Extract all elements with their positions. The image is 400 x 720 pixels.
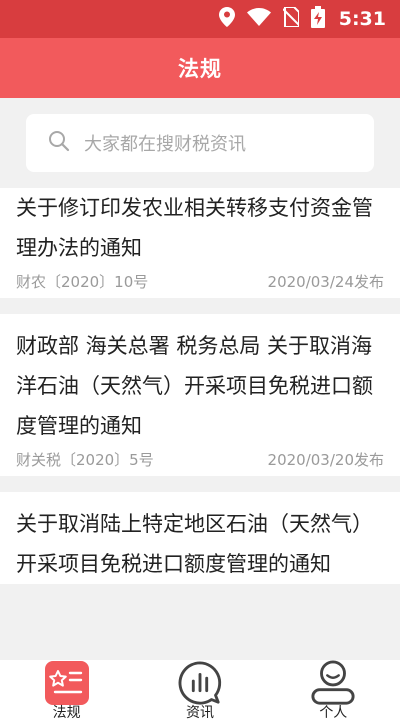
article-meta: 财农〔2020〕10号 2020/03/24发布 [16, 268, 384, 298]
tab-profile[interactable]: 个人 [273, 660, 393, 720]
search-area: 大家都在搜财税资讯 [0, 98, 400, 188]
list-item[interactable]: 关于取消陆上特定地区石油（天然气）开采项目免税进口额度管理的通知 [0, 492, 400, 584]
status-bar: 5:31 [0, 0, 400, 38]
tab-news[interactable]: 资讯 [140, 660, 260, 720]
status-icons: 5:31 [218, 6, 386, 32]
article-title: 关于取消陆上特定地区石油（天然气）开采项目免税进口额度管理的通知 [16, 512, 373, 576]
user-icon [310, 660, 356, 706]
article-date: 2020/03/24发布 [267, 272, 384, 291]
article-doc-no: 财农〔2020〕10号 [16, 272, 149, 291]
wifi-icon [246, 8, 271, 30]
article-meta: 财关税〔2020〕5号 2020/03/20发布 [16, 446, 384, 476]
article-doc-no: 财关税〔2020〕5号 [16, 450, 154, 469]
article-title: 关于修订印发农业相关转移支付资金管理办法的通知 [16, 196, 373, 260]
search-input[interactable]: 大家都在搜财税资讯 [26, 114, 374, 172]
no-sim-icon [282, 6, 300, 31]
status-time: 5:31 [338, 8, 386, 30]
list-item[interactable]: 关于修订印发农业相关转移支付资金管理办法的通知 财农〔2020〕10号 2020… [0, 188, 400, 298]
chat-chart-icon [177, 660, 223, 706]
tab-regulations[interactable]: 法规 [7, 660, 127, 720]
article-title: 财政部 海关总署 税务总局 关于取消海洋石油（天然气）开采项目免税进口额度管理的… [16, 334, 373, 438]
battery-charging-icon [310, 6, 325, 32]
location-icon [218, 7, 235, 31]
search-placeholder: 大家都在搜财税资讯 [84, 134, 246, 155]
article-date: 2020/03/20发布 [267, 450, 384, 469]
tab-label: 法规 [52, 705, 81, 720]
app-header: 法规 [0, 38, 400, 98]
page-title: 法规 [178, 57, 222, 81]
article-list[interactable]: 关于修订印发农业相关转移支付资金管理办法的通知 财农〔2020〕10号 2020… [0, 188, 400, 660]
tab-label: 资讯 [185, 705, 214, 720]
regulations-icon [44, 660, 90, 706]
search-icon [48, 130, 70, 156]
list-item[interactable]: 财政部 海关总署 税务总局 关于取消海洋石油（天然气）开采项目免税进口额度管理的… [0, 314, 400, 476]
tab-label: 个人 [319, 705, 348, 720]
bottom-tab-bar: 法规 资讯 个人 [0, 660, 400, 720]
